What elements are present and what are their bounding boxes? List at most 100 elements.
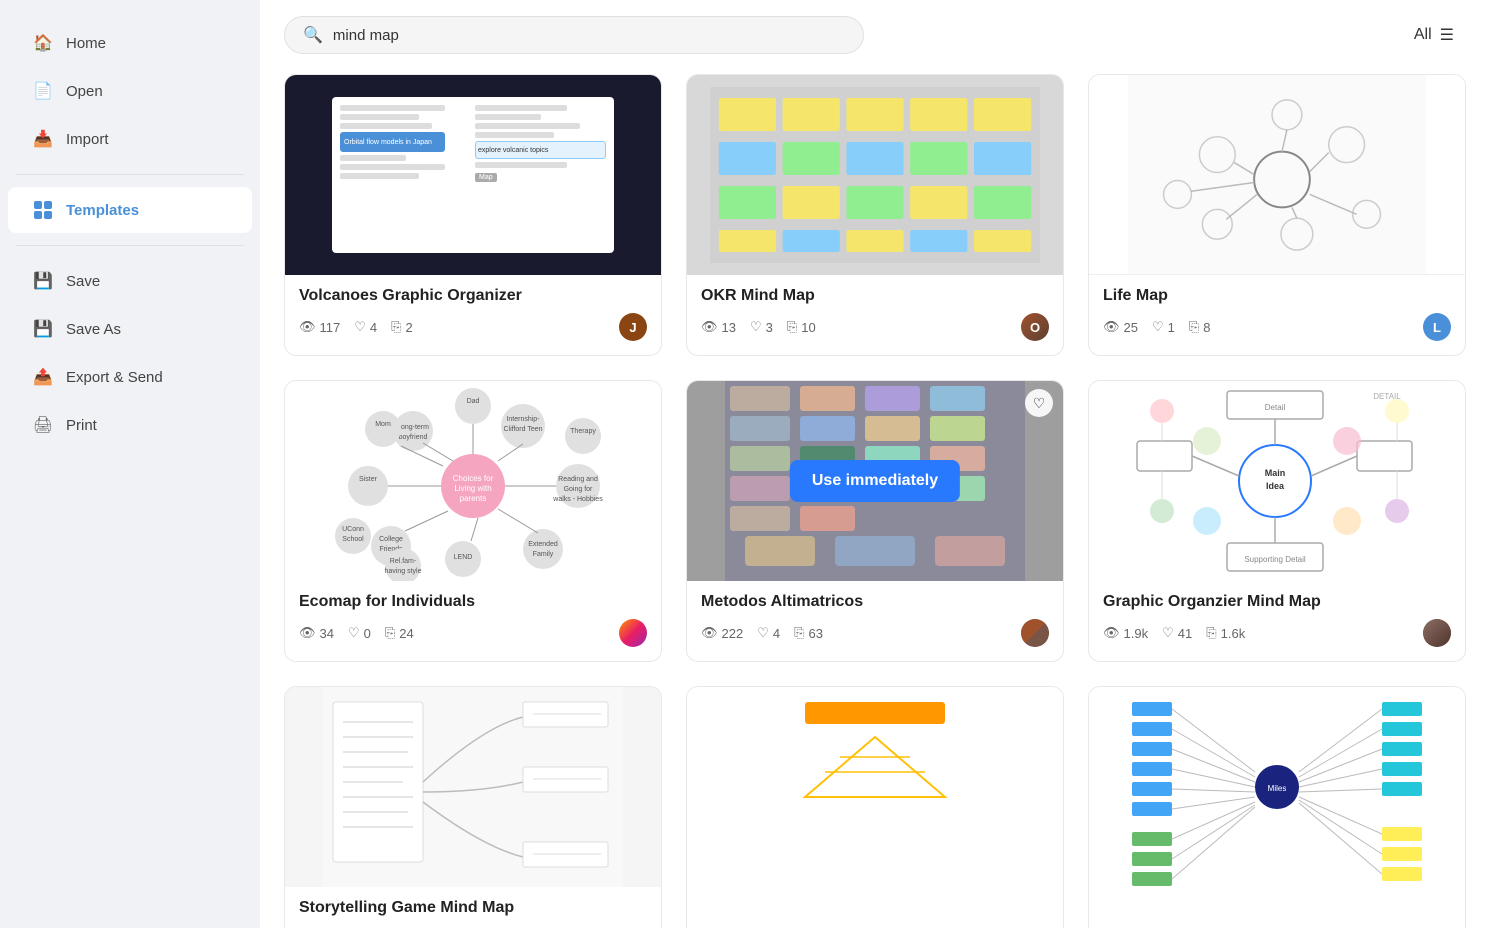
cards-grid: Orbital flow models in Japan explore vol…	[284, 74, 1466, 928]
views-graphicorg: 👁 1.9k	[1103, 625, 1148, 641]
card-graphicorg[interactable]: Main Idea	[1088, 380, 1466, 662]
card-metodos[interactable]: ♡ Use immediately Metodos Altimatricos 👁…	[686, 380, 1064, 662]
likes-icon: ♡	[348, 625, 360, 641]
sidebar-item-label: Save As	[66, 321, 121, 338]
import-icon: 📥	[32, 128, 54, 150]
likes-graphicorg: ♡ 41	[1162, 625, 1192, 641]
card-okr[interactable]: OKR Mind Map 👁 13 ♡ 3 ⎘ 10	[686, 74, 1064, 356]
copies-icon: ⎘	[385, 625, 395, 641]
svg-text:Going for: Going for	[564, 486, 593, 493]
card-thumb-graphicorg: Main Idea	[1089, 381, 1465, 581]
save-as-icon: 💾	[32, 318, 54, 340]
card-pyramid[interactable]	[686, 686, 1064, 928]
views-count: 222	[722, 626, 744, 641]
svg-text:boyfriend: boyfriend	[399, 434, 428, 441]
card-meta-lifemap: 👁 25 ♡ 1 ⎘ 8 L	[1103, 313, 1451, 341]
card-info-volcanoes: Volcanoes Graphic Organizer 👁 117 ♡ 4 ⎘	[285, 275, 661, 355]
card-meta-graphicorg: 👁 1.9k ♡ 41 ⎘ 1.6k	[1103, 619, 1451, 647]
search-input[interactable]	[333, 27, 845, 44]
sidebar-item-open[interactable]: 📄 Open	[8, 68, 252, 114]
card-title-okr: OKR Mind Map	[701, 287, 1049, 305]
svg-text:DETAIL: DETAIL	[1373, 392, 1401, 401]
likes-count: 0	[364, 626, 371, 641]
likes-icon: ♡	[1162, 625, 1174, 641]
like-heart-metodos[interactable]: ♡	[1025, 389, 1053, 417]
sidebar-item-home[interactable]: 🏠 Home	[8, 20, 252, 66]
main-content: 🔍 All ☰ Orbital flow models in Japan	[260, 0, 1490, 928]
card-volcanoes[interactable]: Orbital flow models in Japan explore vol…	[284, 74, 662, 356]
sidebar-item-label: Templates	[66, 202, 139, 219]
save-icon: 💾	[32, 270, 54, 292]
card-info-lifemap: Life Map 👁 25 ♡ 1 ⎘ 8	[1089, 275, 1465, 355]
sidebar-item-label: Import	[66, 131, 109, 148]
card-ecomap[interactable]: Choices for Living with parents Long-ter…	[284, 380, 662, 662]
card-title-metodos: Metodos Altimatricos	[701, 593, 1049, 611]
svg-text:Rel.fam-: Rel.fam-	[390, 558, 417, 565]
sidebar-item-save-as[interactable]: 💾 Save As	[8, 306, 252, 352]
svg-text:Reading and: Reading and	[558, 476, 598, 483]
card-network[interactable]: Miles	[1088, 686, 1466, 928]
card-thumb-metodos: ♡ Use immediately	[687, 381, 1063, 581]
open-icon: 📄	[32, 80, 54, 102]
card-title-graphicorg: Graphic Organzier Mind Map	[1103, 593, 1451, 611]
home-icon: 🏠	[32, 32, 54, 54]
sidebar-item-templates[interactable]: Templates	[8, 187, 252, 233]
card-thumb-lifemap	[1089, 75, 1465, 275]
sidebar-item-print[interactable]: 🖨 Print	[8, 402, 252, 448]
svg-text:having style: having style	[385, 568, 422, 575]
copies-icon: ⎘	[794, 625, 804, 641]
sidebar-item-label: Save	[66, 273, 100, 290]
search-icon: 🔍	[303, 25, 323, 45]
views-count: 13	[722, 320, 736, 335]
likes-lifemap: ♡ 1	[1152, 319, 1175, 335]
svg-text:Sister: Sister	[359, 476, 378, 483]
card-info-metodos: Metodos Altimatricos 👁 222 ♡ 4 ⎘ 63	[687, 581, 1063, 661]
copies-count: 8	[1203, 320, 1210, 335]
card-storytelling[interactable]: Storytelling Game Mind Map	[284, 686, 662, 928]
likes-okr: ♡ 3	[750, 319, 773, 335]
sidebar-item-import[interactable]: 📥 Import	[8, 116, 252, 162]
likes-count: 4	[370, 320, 377, 335]
svg-text:Supporting Detail: Supporting Detail	[1244, 555, 1306, 564]
card-info-graphicorg: Graphic Organzier Mind Map 👁 1.9k ♡ 41 ⎘	[1089, 581, 1465, 661]
copies-icon: ⎘	[787, 319, 797, 335]
sidebar-item-label: Open	[66, 83, 103, 100]
likes-icon: ♡	[757, 625, 769, 641]
card-title-storytelling: Storytelling Game Mind Map	[299, 899, 647, 917]
card-title-volcanoes: Volcanoes Graphic Organizer	[299, 287, 647, 305]
copies-lifemap: ⎘ 8	[1189, 319, 1211, 335]
use-immediately-button[interactable]: Use immediately	[790, 460, 960, 502]
sidebar-item-save[interactable]: 💾 Save	[8, 258, 252, 304]
views-count: 34	[320, 626, 334, 641]
sidebar-item-label: Export & Send	[66, 369, 163, 386]
sidebar-item-label: Home	[66, 35, 106, 52]
views-okr: 👁 13	[701, 319, 736, 335]
svg-text:Family: Family	[533, 551, 554, 558]
network-svg: Miles	[1089, 687, 1465, 887]
search-bar[interactable]: 🔍	[284, 16, 864, 54]
likes-count: 3	[766, 320, 773, 335]
views-count: 117	[320, 320, 341, 335]
card-thumb-pyramid	[687, 687, 1063, 817]
graphicorg-svg: Main Idea	[1089, 381, 1465, 581]
svg-text:Living with: Living with	[454, 484, 491, 493]
copies-count: 24	[399, 626, 413, 641]
card-lifemap[interactable]: Life Map 👁 25 ♡ 1 ⎘ 8	[1088, 74, 1466, 356]
likes-metodos: ♡ 4	[757, 625, 780, 641]
svg-text:Choices for: Choices for	[453, 474, 494, 483]
copies-icon: ⎘	[1189, 319, 1199, 335]
sidebar: 🏠 Home 📄 Open 📥 Import Templates 💾 Save …	[0, 0, 260, 928]
avatar-graphicorg	[1423, 619, 1451, 647]
views-icon: 👁	[701, 319, 718, 335]
templates-icon	[32, 199, 54, 221]
views-icon: 👁	[701, 625, 718, 641]
copies-volcanoes: ⎘ 2	[391, 319, 413, 335]
export-icon: 📤	[32, 366, 54, 388]
sidebar-item-export-send[interactable]: 📤 Export & Send	[8, 354, 252, 400]
avatar-lifemap: L	[1423, 313, 1451, 341]
sidebar-divider	[16, 174, 244, 175]
views-icon: 👁	[1103, 319, 1120, 335]
views-icon: 👁	[299, 625, 316, 641]
copies-icon: ⎘	[1206, 625, 1216, 641]
filter-button[interactable]: All ☰	[1402, 19, 1466, 51]
